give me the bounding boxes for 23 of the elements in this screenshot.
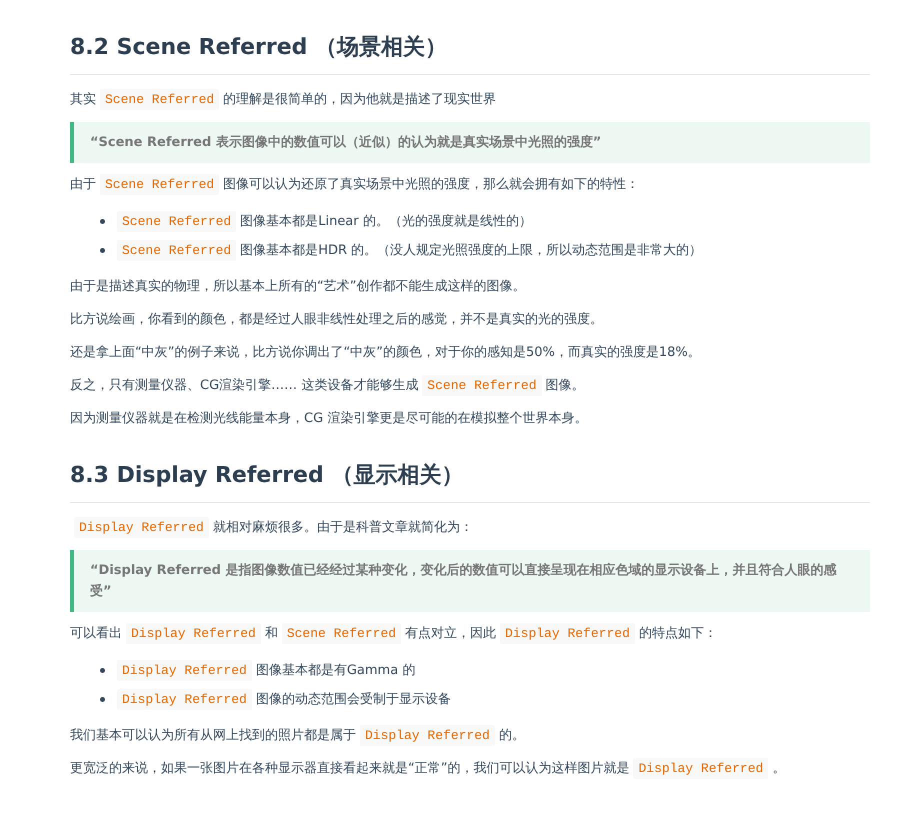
paragraph: Display Referred 就相对麻烦很多。由于是科普文章就简化为： xyxy=(70,517,870,539)
paragraph: 由于 Scene Referred 图像可以认为还原了真实场景中光照的强度，那么就会拥有如下的特性： xyxy=(70,174,870,196)
paragraph: 还是拿上面“中灰”的例子来说，比方说你调出了“中灰”的颜色，对于你的感知是50%，而真实的强度是18%。 xyxy=(70,344,702,362)
section-heading: 8.3 Display Referred （显示相关） xyxy=(70,460,870,503)
quote-block: “Display Referred 是指图像数值已经经过某种变化，变化后的数值可以直接呈现在相应色域的显示设备上，并且符合人眼的感受” xyxy=(70,550,870,612)
bullet-icon xyxy=(100,248,105,253)
bullet-icon xyxy=(100,697,105,702)
quote-block: “Scene Referred 表示图像中的数值可以（近似）的认为就是真实场景中光照的强度” xyxy=(70,122,870,163)
list-item-text: Scene Referred 图像基本都是Linear 的。（光的强度就是线性的） xyxy=(113,207,532,236)
paragraph: 反之，只有测量仪器、CG渲染引擎…… 这类设备才能够生成 Scene Referred 图像。 xyxy=(70,375,870,397)
bullet-icon xyxy=(100,668,105,673)
paragraph: 其实 Scene Referred 的理解是很简单的，因为他就是描述了现实世界 xyxy=(70,89,870,111)
section-heading: 8.2 Scene Referred （场景相关） xyxy=(70,32,870,75)
paragraph: 因为测量仪器就是在检测光线能量本身，CG 渲染引擎更是尽可能的在模拟整个世界本身。 xyxy=(70,410,588,428)
bullet-icon xyxy=(100,219,105,224)
list-item-text: Scene Referred 图像基本都是HDR 的。（没人规定光照强度的上限，所以动态范围是非常大的） xyxy=(113,236,702,265)
list-item-text: Display Referred 图像的动态范围会受制于显示设备 xyxy=(113,685,451,714)
paragraph: 我们基本可以认为所有从网上找到的照片都是属于 Display Referred 的。 xyxy=(70,725,870,747)
paragraph: 更宽泛的来说，如果一张图片在各种显示器直接看起来就是“正常”的，我们可以认为这样图片就是 Display Referred 。 xyxy=(70,758,870,780)
paragraph: 由于是描述真实的物理，所以基本上所有的“艺术”创作都不能生成这样的图像。 xyxy=(70,278,526,296)
paragraph: 比方说绘画，你看到的颜色，都是经过人眼非线性处理之后的感觉，并不是真实的光的强度。 xyxy=(70,311,604,329)
paragraph: 可以看出 Display Referred 和 Scene Referred 有点对立，因此 Display Referred 的特点如下： xyxy=(70,623,870,645)
list-item-text: Display Referred 图像基本都是有Gamma 的 xyxy=(113,656,416,685)
